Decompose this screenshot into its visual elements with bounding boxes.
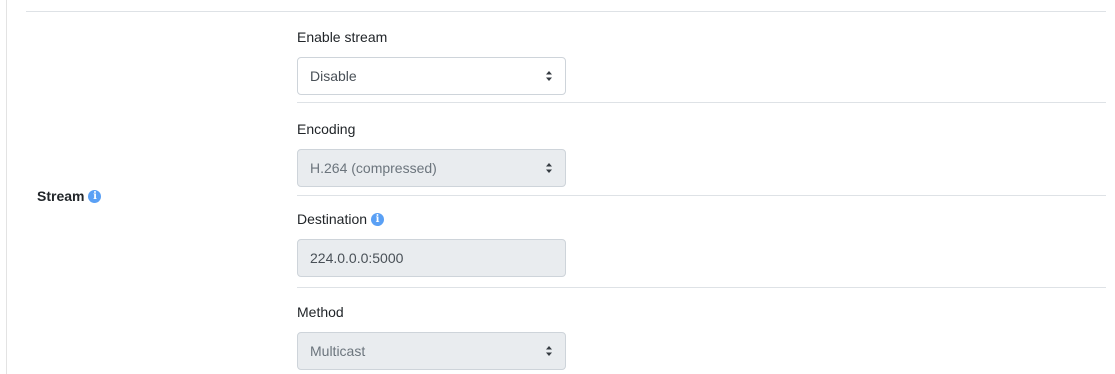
enable-stream-label: Enable stream bbox=[297, 29, 388, 45]
encoding-value: H.264 (compressed) bbox=[310, 160, 437, 176]
enable-stream-select[interactable]: Disable bbox=[297, 57, 566, 95]
section-label-stream: Stream i bbox=[37, 188, 102, 204]
select-arrows-icon bbox=[546, 163, 552, 173]
destination-input[interactable]: 224.0.0.0:5000 bbox=[297, 239, 566, 277]
encoding-select[interactable]: H.264 (compressed) bbox=[297, 149, 566, 187]
field-destination: Destination i 224.0.0.0:5000 bbox=[297, 210, 1106, 277]
select-arrows-icon bbox=[546, 71, 552, 81]
field-divider bbox=[297, 195, 1106, 196]
encoding-label: Encoding bbox=[297, 121, 356, 137]
field-encoding: Encoding H.264 (compressed) bbox=[297, 120, 1106, 187]
field-label: Enable stream bbox=[297, 28, 1106, 46]
field-divider bbox=[297, 287, 1106, 288]
field-divider bbox=[297, 102, 1106, 103]
field-label: Method bbox=[297, 303, 1106, 321]
info-icon[interactable]: i bbox=[88, 189, 102, 203]
stream-settings-panel: Stream i Enable stream Disable Encoding … bbox=[0, 0, 1115, 374]
field-label: Encoding bbox=[297, 120, 1106, 138]
enable-stream-value: Disable bbox=[310, 68, 357, 84]
top-divider bbox=[26, 11, 1106, 12]
destination-label: Destination bbox=[297, 211, 368, 227]
section-label-text: Stream bbox=[37, 188, 85, 204]
info-icon[interactable]: i bbox=[371, 212, 385, 226]
field-enable-stream: Enable stream Disable bbox=[297, 28, 1106, 95]
field-label: Destination i bbox=[297, 210, 1106, 228]
method-value: Multicast bbox=[310, 343, 366, 359]
field-method: Method Multicast bbox=[297, 303, 1106, 370]
select-arrows-icon bbox=[546, 346, 552, 356]
method-select[interactable]: Multicast bbox=[297, 332, 566, 370]
left-border bbox=[6, 0, 7, 374]
method-label: Method bbox=[297, 304, 344, 320]
destination-value: 224.0.0.0:5000 bbox=[310, 250, 404, 266]
